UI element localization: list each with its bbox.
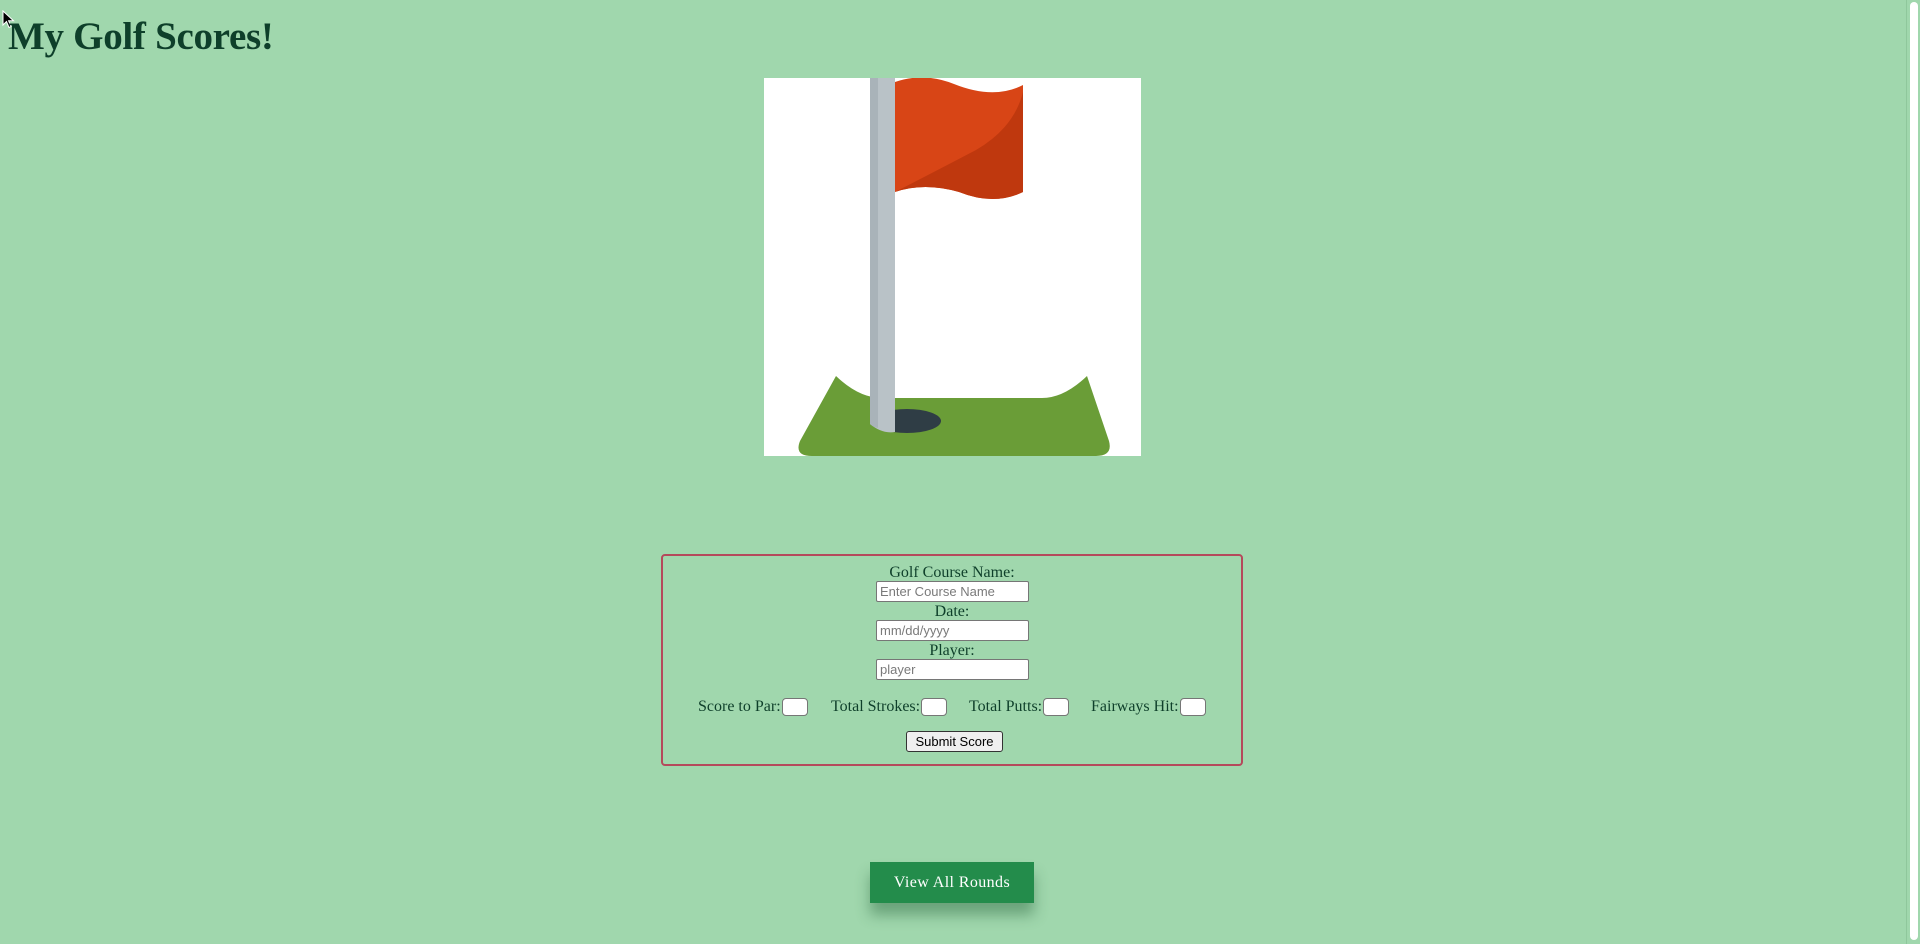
scrollbar-thumb[interactable] <box>1910 2 1918 940</box>
submit-score-button[interactable]: Submit Score <box>906 731 1003 752</box>
vertical-scrollbar[interactable] <box>1906 0 1920 944</box>
total-putts-input[interactable] <box>1043 698 1070 716</box>
fairways-hit-field: Fairways Hit: <box>1091 698 1206 716</box>
score-to-par-label: Score to Par: <box>698 698 781 715</box>
golf-scores-page: My Golf Scores! Golf Course Name: Date: … <box>0 0 1920 944</box>
score-entry-form: Golf Course Name: Date: Player: Score to… <box>661 554 1243 766</box>
score-to-par-field: Score to Par: <box>698 698 808 716</box>
total-strokes-field: Total Strokes: <box>831 698 948 716</box>
total-strokes-label: Total Strokes: <box>831 698 921 715</box>
fairways-hit-input[interactable] <box>1179 698 1206 716</box>
date-label: Date: <box>934 603 970 620</box>
stats-row: Score to Par: Total Strokes: Total Putts… <box>663 698 1241 720</box>
total-putts-label: Total Putts: <box>969 698 1043 715</box>
golf-flag-image <box>764 78 1141 456</box>
score-to-par-input[interactable] <box>781 698 808 716</box>
view-all-rounds-button[interactable]: View All Rounds <box>870 862 1034 903</box>
golf-flag-hole-icon <box>798 78 1110 456</box>
fairways-hit-label: Fairways Hit: <box>1091 698 1179 715</box>
total-putts-field: Total Putts: <box>969 698 1070 716</box>
course-name-label: Golf Course Name: <box>889 564 1015 581</box>
putting-green-shape <box>798 376 1110 456</box>
course-name-input[interactable] <box>876 581 1029 602</box>
total-strokes-input[interactable] <box>921 698 948 716</box>
date-input[interactable] <box>876 620 1029 641</box>
player-label: Player: <box>929 642 975 659</box>
player-input[interactable] <box>876 659 1029 680</box>
page-title: My Golf Scores! <box>8 15 274 58</box>
